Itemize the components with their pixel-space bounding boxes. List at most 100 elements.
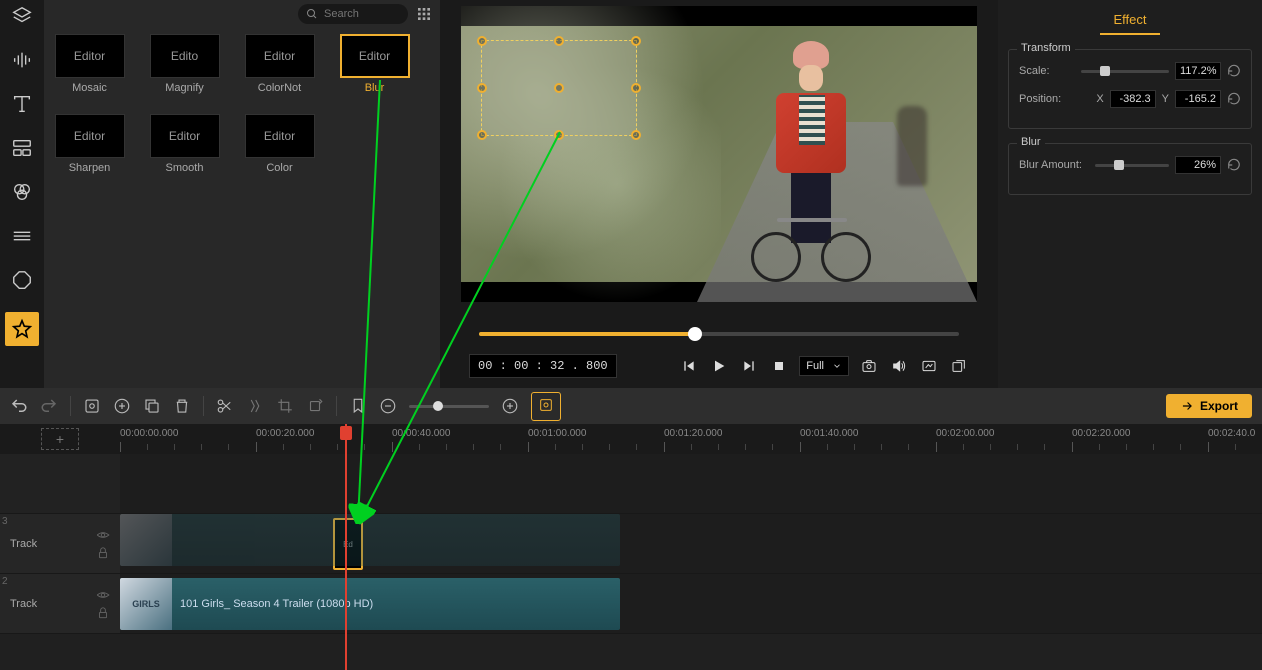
annotations-icon[interactable]	[10, 268, 34, 292]
visibility-icon[interactable]	[96, 528, 110, 542]
effects-panel: EditorMosaicEditoMagnifyEditorColorNotEd…	[44, 0, 440, 388]
position-y-value[interactable]: -165.2	[1175, 90, 1221, 108]
handle-mc[interactable]	[554, 83, 564, 93]
stop-button[interactable]	[769, 356, 789, 376]
effect-colornot[interactable]: EditorColorNot	[242, 34, 317, 94]
effect-clip[interactable]: Ed	[333, 518, 363, 570]
effects-icon[interactable]	[5, 312, 39, 346]
scale-value[interactable]: 117.2%	[1175, 62, 1221, 80]
effect-color[interactable]: EditorColor	[242, 114, 317, 174]
zoom-in-button[interactable]	[501, 397, 519, 415]
playhead[interactable]	[345, 424, 347, 670]
handle-ml[interactable]	[477, 83, 487, 93]
mark-in-button[interactable]	[83, 397, 101, 415]
reset-scale-icon[interactable]	[1227, 64, 1241, 78]
play-button[interactable]	[709, 356, 729, 376]
x-label: X	[1096, 93, 1103, 105]
track-3-content[interactable]: Ed	[120, 514, 1262, 573]
marker-button[interactable]	[349, 397, 367, 415]
transform-title: Transform	[1017, 42, 1075, 54]
split-button[interactable]	[216, 397, 234, 415]
timeline-ruler[interactable]: + 00:00:00.00000:00:20.00000:00:40.00000…	[0, 424, 1262, 454]
scale-slider[interactable]	[1081, 70, 1169, 73]
track-spacer	[0, 454, 1262, 514]
effect-smooth[interactable]: EditorSmooth	[147, 114, 222, 174]
handle-bc[interactable]	[554, 130, 564, 140]
handle-bl[interactable]	[477, 130, 487, 140]
effect-label: ColorNot	[258, 82, 301, 94]
handle-tc[interactable]	[554, 36, 564, 46]
audio-icon[interactable]	[10, 48, 34, 72]
search-icon	[306, 8, 318, 20]
chevron-down-icon	[832, 361, 842, 371]
reset-blur-icon[interactable]	[1227, 158, 1241, 172]
export-settings-button[interactable]	[531, 392, 561, 421]
effect-magnify[interactable]: EditoMagnify	[147, 34, 222, 94]
blur-value[interactable]: 26%	[1175, 156, 1221, 174]
quality-select[interactable]: Full	[799, 356, 849, 376]
ruler-tick: 00:00:20.000	[256, 428, 314, 439]
effect-thumb: Editor	[55, 114, 125, 158]
split-icon[interactable]	[10, 136, 34, 160]
track-2: 2 Track GIRLS 101 Girls_ Season 4 Traile…	[0, 574, 1262, 634]
track-2-content[interactable]: GIRLS 101 Girls_ Season 4 Trailer (1080p…	[120, 574, 1262, 633]
speed-button[interactable]	[246, 397, 264, 415]
export-button[interactable]: Export	[1166, 394, 1252, 418]
add-marker-button[interactable]	[113, 397, 131, 415]
volume-button[interactable]	[889, 356, 909, 376]
preview-scrubber[interactable]	[479, 332, 959, 336]
handle-br[interactable]	[631, 130, 641, 140]
scrubber-thumb[interactable]	[688, 327, 702, 341]
effect-mosaic[interactable]: EditorMosaic	[52, 34, 127, 94]
ruler-tick: 00:01:00.000	[528, 428, 586, 439]
fullscreen-button[interactable]	[919, 356, 939, 376]
grid-view-icon[interactable]	[416, 6, 432, 22]
track-2-num: 2	[2, 576, 8, 587]
visibility-icon[interactable]	[96, 588, 110, 602]
lock-icon[interactable]	[96, 606, 110, 620]
handle-tl[interactable]	[477, 36, 487, 46]
delete-button[interactable]	[173, 397, 191, 415]
timeline-toolbar: Export	[0, 388, 1262, 424]
rotate-button[interactable]	[306, 397, 324, 415]
filters-icon[interactable]	[10, 180, 34, 204]
effect-sharpen[interactable]: Editor Sharpen	[52, 114, 127, 174]
properties-panel: Effect Transform Scale: 117.2% Position:…	[998, 0, 1262, 388]
transitions-icon[interactable]	[10, 224, 34, 248]
lock-icon[interactable]	[96, 546, 110, 560]
blur-region[interactable]	[481, 40, 637, 136]
ruler-tick: 00:02:40.0	[1208, 428, 1255, 439]
handle-tr[interactable]	[631, 36, 641, 46]
preview-video[interactable]	[461, 6, 977, 302]
text-icon[interactable]	[10, 92, 34, 116]
undo-button[interactable]	[10, 397, 28, 415]
snapshot-button[interactable]	[859, 356, 879, 376]
video-clip[interactable]: GIRLS 101 Girls_ Season 4 Trailer (1080p…	[120, 578, 620, 630]
ruler-tick: 00:01:20.000	[664, 428, 722, 439]
handle-mr[interactable]	[631, 83, 641, 93]
prev-frame-button[interactable]	[679, 356, 699, 376]
search-box[interactable]	[298, 4, 408, 24]
track-2-label: Track	[10, 598, 37, 610]
zoom-slider[interactable]	[409, 405, 489, 408]
layers-icon[interactable]	[10, 4, 34, 28]
zoom-out-button[interactable]	[379, 397, 397, 415]
effect-label: Sharpen	[69, 162, 111, 174]
copy-button[interactable]	[143, 397, 161, 415]
blur-slider[interactable]	[1095, 164, 1169, 167]
effect-label: Smooth	[166, 162, 204, 174]
search-input[interactable]	[324, 8, 394, 20]
effect-label: Color	[266, 162, 292, 174]
crop-button[interactable]	[276, 397, 294, 415]
track-3-header[interactable]: 3 Track	[0, 514, 120, 573]
next-frame-button[interactable]	[739, 356, 759, 376]
detach-button[interactable]	[949, 356, 969, 376]
scale-label: Scale:	[1019, 65, 1075, 77]
track-2-header[interactable]: 2 Track	[0, 574, 120, 633]
effect-blur[interactable]: EditorBlur	[337, 34, 412, 94]
redo-button[interactable]	[40, 397, 58, 415]
effect-thumb: Edito	[150, 34, 220, 78]
reset-position-icon[interactable]	[1227, 92, 1241, 106]
position-x-value[interactable]: -382.3	[1110, 90, 1156, 108]
add-track-button[interactable]: +	[41, 428, 79, 450]
